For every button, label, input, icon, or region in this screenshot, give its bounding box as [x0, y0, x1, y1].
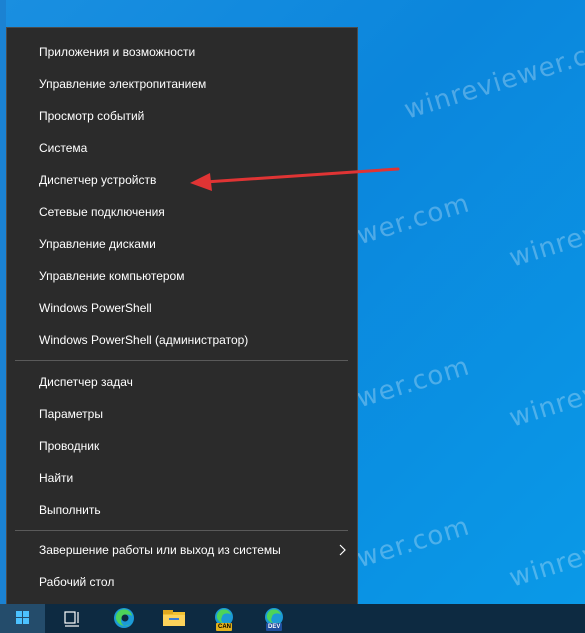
watermark: winreviewer.com: [505, 496, 585, 594]
watermark: winreviewer.com: [505, 176, 585, 274]
file-explorer-icon: [163, 610, 185, 626]
winx-context-menu: Приложения и возможности Управление элек…: [6, 27, 358, 605]
menu-item-settings[interactable]: Параметры: [7, 398, 357, 430]
task-view-icon: [64, 611, 79, 627]
menu-item-computer-management[interactable]: Управление компьютером: [7, 260, 357, 292]
menu-item-run[interactable]: Выполнить: [7, 494, 357, 526]
taskbar: CAN DEV: [0, 604, 585, 633]
start-button[interactable]: [0, 604, 45, 633]
menu-item-network-connections[interactable]: Сетевые подключения: [7, 196, 357, 228]
menu-item-system[interactable]: Система: [7, 132, 357, 164]
menu-item-desktop[interactable]: Рабочий стол: [7, 566, 357, 598]
menu-item-powershell-admin[interactable]: Windows PowerShell (администратор): [7, 324, 357, 356]
dev-badge: DEV: [268, 624, 281, 630]
menu-item-shutdown-signout[interactable]: Завершение работы или выход из системы: [7, 534, 357, 566]
menu-item-powershell[interactable]: Windows PowerShell: [7, 292, 357, 324]
taskbar-file-explorer[interactable]: [154, 604, 194, 633]
menu-item-power-options[interactable]: Управление электропитанием: [7, 68, 357, 100]
menu-item-apps-features[interactable]: Приложения и возможности: [7, 36, 357, 68]
canary-badge: CAN: [218, 624, 231, 630]
watermark: winreviewer.com: [505, 336, 585, 434]
menu-item-disk-management[interactable]: Управление дисками: [7, 228, 357, 260]
menu-item-device-manager[interactable]: Диспетчер устройств: [7, 164, 357, 196]
taskbar-edge-dev[interactable]: DEV: [254, 604, 294, 633]
edge-icon: [114, 608, 134, 628]
task-view-button[interactable]: [52, 604, 92, 633]
menu-separator: [15, 360, 348, 361]
menu-item-file-explorer[interactable]: Проводник: [7, 430, 357, 462]
menu-item-search[interactable]: Найти: [7, 462, 357, 494]
menu-separator: [15, 530, 348, 531]
menu-item-event-viewer[interactable]: Просмотр событий: [7, 100, 357, 132]
menu-item-task-manager[interactable]: Диспетчер задач: [7, 366, 357, 398]
menu-item-label: Завершение работы или выход из системы: [39, 543, 281, 557]
windows-start-icon: [16, 611, 29, 624]
chevron-right-icon: [339, 544, 346, 556]
watermark: winreviewer.com: [400, 28, 585, 126]
taskbar-edge[interactable]: [104, 604, 144, 633]
taskbar-edge-canary[interactable]: CAN: [204, 604, 244, 633]
